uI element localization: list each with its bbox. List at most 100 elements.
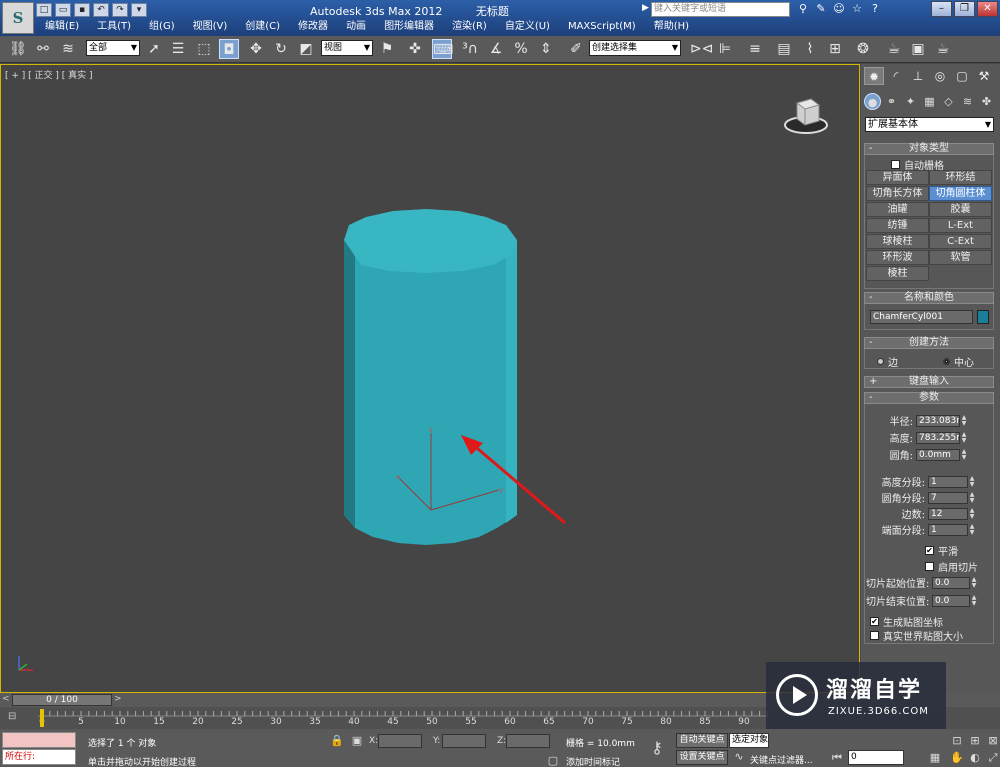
set-key-button[interactable]: 设置关键点 <box>676 750 728 765</box>
absolute-mode-icon[interactable]: ▣ <box>350 734 364 748</box>
space-warps-category-icon[interactable]: ≋ <box>959 93 976 110</box>
redo-icon[interactable]: ↷ <box>112 2 128 17</box>
cameras-category-icon[interactable]: ▦ <box>921 93 938 110</box>
menu-modifiers[interactable]: 修改器 <box>289 19 337 35</box>
zoom-extents-icon[interactable]: ⊡ <box>950 734 964 748</box>
search-input[interactable]: 键入关键字或短语 <box>651 2 790 17</box>
people-icon[interactable]: ☺ <box>832 2 846 16</box>
keyboard-entry-rollout-header[interactable]: + 键盘输入 <box>864 376 994 388</box>
time-cursor[interactable] <box>40 709 44 727</box>
slice-from-spinner-icon[interactable]: ▲ ▼ <box>971 576 977 589</box>
rectangle-selection-icon[interactable]: ⬚ <box>194 39 214 59</box>
height-input[interactable]: 783.255m <box>916 431 960 444</box>
slice-to-spinner-icon[interactable]: ▲ ▼ <box>971 594 977 607</box>
spindle-button[interactable]: 纺锤 <box>866 218 929 233</box>
save-file-icon[interactable]: ▪ <box>74 2 90 17</box>
oil-tank-button[interactable]: 油罐 <box>866 202 929 217</box>
creation-method-rollout-header[interactable]: - 创建方法 <box>864 337 994 349</box>
render-production-icon[interactable]: ☕ <box>933 39 953 59</box>
key-filters-button[interactable]: 关键点过滤器... <box>750 753 813 766</box>
generate-mapping-checkbox-row[interactable]: ✔ 生成贴图坐标 <box>870 614 943 629</box>
select-manipulate-icon[interactable]: ✜ <box>405 39 425 59</box>
set-key-icon[interactable]: ⚷ <box>650 740 664 756</box>
schematic-view-icon[interactable]: ⊞ <box>825 39 845 59</box>
rendered-frame-icon[interactable]: ▣ <box>908 39 928 59</box>
menu-group[interactable]: 组(G) <box>140 19 184 35</box>
menu-customize[interactable]: 自定义(U) <box>496 19 559 35</box>
fillet-segments-spinner-icon[interactable]: ▲ ▼ <box>969 491 975 504</box>
undo-icon[interactable]: ↶ <box>93 2 109 17</box>
menu-tools[interactable]: 工具(T) <box>88 19 140 35</box>
move-icon[interactable]: ✥ <box>246 39 266 59</box>
current-frame-input[interactable]: 0 <box>848 750 904 765</box>
hedra-button[interactable]: 异面体 <box>866 170 929 185</box>
zoom-extents-all-icon[interactable]: ⊞ <box>968 734 982 748</box>
slice-on-checkbox[interactable] <box>925 562 934 571</box>
lights-category-icon[interactable]: ✦ <box>902 93 919 110</box>
time-next-icon[interactable]: > <box>114 694 122 704</box>
selection-filter-dropdown[interactable]: 全部 ▼ <box>86 40 140 56</box>
center-radio-row[interactable]: 中心 <box>943 354 974 369</box>
hose-button[interactable]: 软管 <box>929 250 992 265</box>
scale-icon[interactable]: ◩ <box>296 39 316 59</box>
menu-help[interactable]: 帮助(H) <box>645 19 698 35</box>
center-radio[interactable] <box>943 358 950 365</box>
edge-radio[interactable] <box>877 358 884 365</box>
help-icon[interactable]: ? <box>868 2 882 16</box>
l-ext-button[interactable]: L-Ext <box>929 218 992 233</box>
render-setup-icon[interactable]: ☕ <box>884 39 904 59</box>
spinner-snap-icon[interactable]: ⇕ <box>536 39 556 59</box>
zoom-region-icon[interactable]: ⊠ <box>986 734 1000 748</box>
star-icon[interactable]: ☆ <box>850 2 864 16</box>
autogrid-checkbox[interactable] <box>891 160 900 169</box>
graphite-tools-icon[interactable]: ▤ <box>774 39 794 59</box>
window-crossing-icon[interactable]: ◘ <box>219 39 239 59</box>
time-slider[interactable]: 0 / 100 <box>12 694 112 706</box>
smooth-checkbox[interactable]: ✔ <box>925 546 934 555</box>
slice-to-input[interactable]: 0.0 <box>932 594 970 607</box>
lock-selection-icon[interactable]: 🔒 <box>330 734 344 748</box>
geometry-category-icon[interactable]: ● <box>864 93 881 110</box>
angle-snap-icon[interactable]: ∡ <box>486 39 506 59</box>
time-config-icon[interactable]: ▦ <box>928 751 942 765</box>
app-logo-icon[interactable]: S <box>2 2 34 34</box>
sides-input[interactable]: 12 <box>928 507 968 520</box>
named-selection-dropdown[interactable]: 创建选择集 ▼ <box>589 40 681 56</box>
gengon-button[interactable]: 球棱柱 <box>866 234 929 249</box>
wrench-icon[interactable]: ✎ <box>814 2 828 16</box>
maxscript-listener[interactable] <box>2 732 76 748</box>
restore-button[interactable]: ❐ <box>954 1 975 17</box>
reference-coordinate-dropdown[interactable]: 视图 ▼ <box>321 40 373 56</box>
cap-segments-spinner-icon[interactable]: ▲ ▼ <box>969 523 975 536</box>
time-tag-icon[interactable]: ▢ <box>546 754 560 767</box>
torus-knot-button[interactable]: 环形结 <box>929 170 992 185</box>
search-expand-icon[interactable]: ▶ <box>642 3 649 13</box>
percent-snap-icon[interactable]: % <box>511 39 531 59</box>
select-object-icon[interactable]: ➚ <box>144 39 164 59</box>
utilities-tab-icon[interactable]: ⚒ <box>974 67 994 85</box>
unlink-icon[interactable]: ⚯ <box>33 39 53 59</box>
new-file-icon[interactable]: □ <box>36 2 52 17</box>
mirror-icon[interactable]: ⊳⊲ <box>690 39 713 59</box>
chamfer-box-button[interactable]: 切角长方体 <box>866 186 929 201</box>
menu-graph-editors[interactable]: 图形编辑器 <box>375 19 443 35</box>
ringwave-button[interactable]: 环形波 <box>866 250 929 265</box>
hierarchy-tab-icon[interactable]: ⊥ <box>908 67 928 85</box>
sides-spinner-icon[interactable]: ▲ ▼ <box>969 507 975 520</box>
menu-rendering[interactable]: 渲染(R) <box>443 19 496 35</box>
prism-button[interactable]: 棱柱 <box>866 266 929 281</box>
real-world-map-checkbox[interactable] <box>870 631 879 640</box>
close-button[interactable]: ✕ <box>977 1 998 17</box>
real-world-map-checkbox-row[interactable]: 真实世界贴图大小 <box>870 628 963 643</box>
layer-manager-icon[interactable]: ≡ <box>745 39 765 59</box>
mini-curve-editor-icon[interactable]: ⊟ <box>8 711 24 723</box>
link-icon[interactable]: ⛓ <box>8 39 28 59</box>
radius-input[interactable]: 233.083m <box>916 414 960 427</box>
parameters-rollout-header[interactable]: - 参数 <box>864 392 994 404</box>
smooth-checkbox-row[interactable]: ✔ 平滑 <box>925 543 958 558</box>
fillet-input[interactable]: 0.0mm <box>916 448 960 461</box>
curve-editor-icon[interactable]: ⌇ <box>800 39 820 59</box>
pivot-center-icon[interactable]: ⚑ <box>377 39 397 59</box>
generate-mapping-checkbox[interactable]: ✔ <box>870 617 879 626</box>
maximize-viewport-icon[interactable]: ⤢ <box>986 751 1000 765</box>
